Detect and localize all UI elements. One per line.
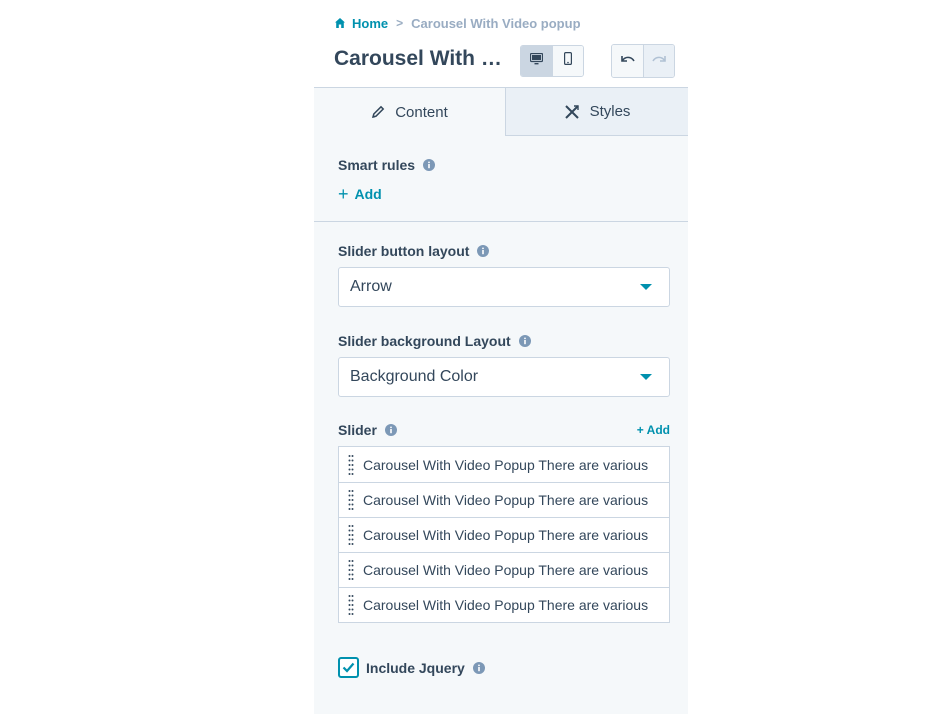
- breadcrumb-home-link[interactable]: Home: [352, 16, 388, 31]
- mobile-icon: [564, 52, 573, 70]
- list-item[interactable]: Carousel With Video Popup There are vari…: [339, 552, 669, 587]
- pencil-icon: [371, 105, 385, 119]
- info-icon[interactable]: [518, 335, 531, 347]
- editor-sidebar: Home > Carousel With Video popup Carouse…: [314, 0, 688, 714]
- slider-button-layout-select[interactable]: Arrow: [338, 267, 670, 307]
- list-item-label: Carousel With Video Popup There are vari…: [363, 597, 649, 613]
- drag-handle-icon[interactable]: [339, 489, 363, 511]
- desktop-view-button[interactable]: [521, 46, 552, 76]
- smart-rules-section: Smart rules: [338, 157, 436, 173]
- list-item-label: Carousel With Video Popup There are vari…: [363, 492, 649, 508]
- smart-rules-add-label: Add: [354, 186, 382, 202]
- slider-background-layout-value: Background Color: [350, 368, 479, 385]
- slider-button-layout-label: Slider button layout: [338, 243, 470, 259]
- editor-tabs: Content Styles: [314, 87, 688, 136]
- drag-handle-icon[interactable]: [339, 594, 363, 616]
- slider-background-layout-section: Slider background Layout: [338, 333, 531, 349]
- info-icon[interactable]: [423, 159, 436, 171]
- list-item[interactable]: Carousel With Video Popup There are vari…: [339, 587, 669, 622]
- list-item-label: Carousel With Video Popup There are vari…: [363, 562, 649, 578]
- include-jquery-row: Include Jquery: [338, 657, 485, 678]
- chevron-down-icon: [640, 374, 652, 380]
- list-item-label: Carousel With Video Popup There are vari…: [363, 527, 649, 543]
- plus-icon: +: [338, 184, 349, 204]
- undo-icon: [620, 52, 636, 70]
- redo-icon: [651, 52, 667, 70]
- undo-button[interactable]: [612, 45, 643, 77]
- tab-styles[interactable]: Styles: [505, 87, 688, 136]
- chevron-down-icon: [640, 284, 652, 290]
- drag-handle-icon[interactable]: [339, 454, 363, 476]
- breadcrumb: Home > Carousel With Video popup: [334, 15, 581, 31]
- redo-button[interactable]: [643, 45, 674, 77]
- info-icon[interactable]: [477, 245, 490, 257]
- list-item-label: Carousel With Video Popup There are vari…: [363, 456, 649, 473]
- history-controls: [611, 44, 675, 78]
- content-panel: Smart rules + Add Slider button layout A…: [314, 136, 688, 714]
- include-jquery-label: Include Jquery: [366, 659, 465, 676]
- drag-handle-icon[interactable]: [339, 524, 363, 546]
- slider-button-layout-value: Arrow: [350, 278, 392, 295]
- device-preview-toggle: [520, 45, 584, 77]
- info-icon[interactable]: [472, 661, 485, 674]
- tab-content-label: Content: [395, 103, 448, 121]
- slider-button-layout-section: Slider button layout: [338, 243, 490, 259]
- section-divider: [314, 221, 688, 222]
- mobile-view-button[interactable]: [552, 46, 583, 76]
- check-icon: [342, 662, 355, 673]
- breadcrumb-separator: >: [396, 16, 404, 30]
- slider-list: Carousel With Video Popup There are vari…: [338, 446, 670, 623]
- tab-content[interactable]: Content: [314, 87, 505, 136]
- drag-handle-icon[interactable]: [339, 559, 363, 581]
- list-item[interactable]: Carousel With Video Popup There are vari…: [339, 447, 669, 482]
- include-jquery-checkbox[interactable]: [338, 657, 359, 678]
- info-icon[interactable]: [384, 424, 397, 436]
- list-item[interactable]: Carousel With Video Popup There are vari…: [339, 517, 669, 552]
- list-item[interactable]: Carousel With Video Popup There are vari…: [339, 482, 669, 517]
- page-title: Carousel With Video popup: [334, 47, 514, 70]
- slider-background-layout-select[interactable]: Background Color: [338, 357, 670, 397]
- tab-styles-label: Styles: [589, 103, 631, 120]
- slider-add-button[interactable]: + Add: [637, 423, 670, 437]
- breadcrumb-current: Carousel With Video popup: [411, 15, 581, 31]
- smart-rules-add-button[interactable]: + Add: [338, 185, 382, 203]
- home-icon[interactable]: [334, 17, 346, 29]
- slider-background-layout-label: Slider background Layout: [338, 333, 511, 349]
- slider-label: Slider: [338, 422, 377, 438]
- smart-rules-label: Smart rules: [338, 157, 416, 173]
- styles-icon: [564, 104, 580, 120]
- desktop-icon: [529, 52, 544, 70]
- slider-section: Slider: [338, 422, 397, 438]
